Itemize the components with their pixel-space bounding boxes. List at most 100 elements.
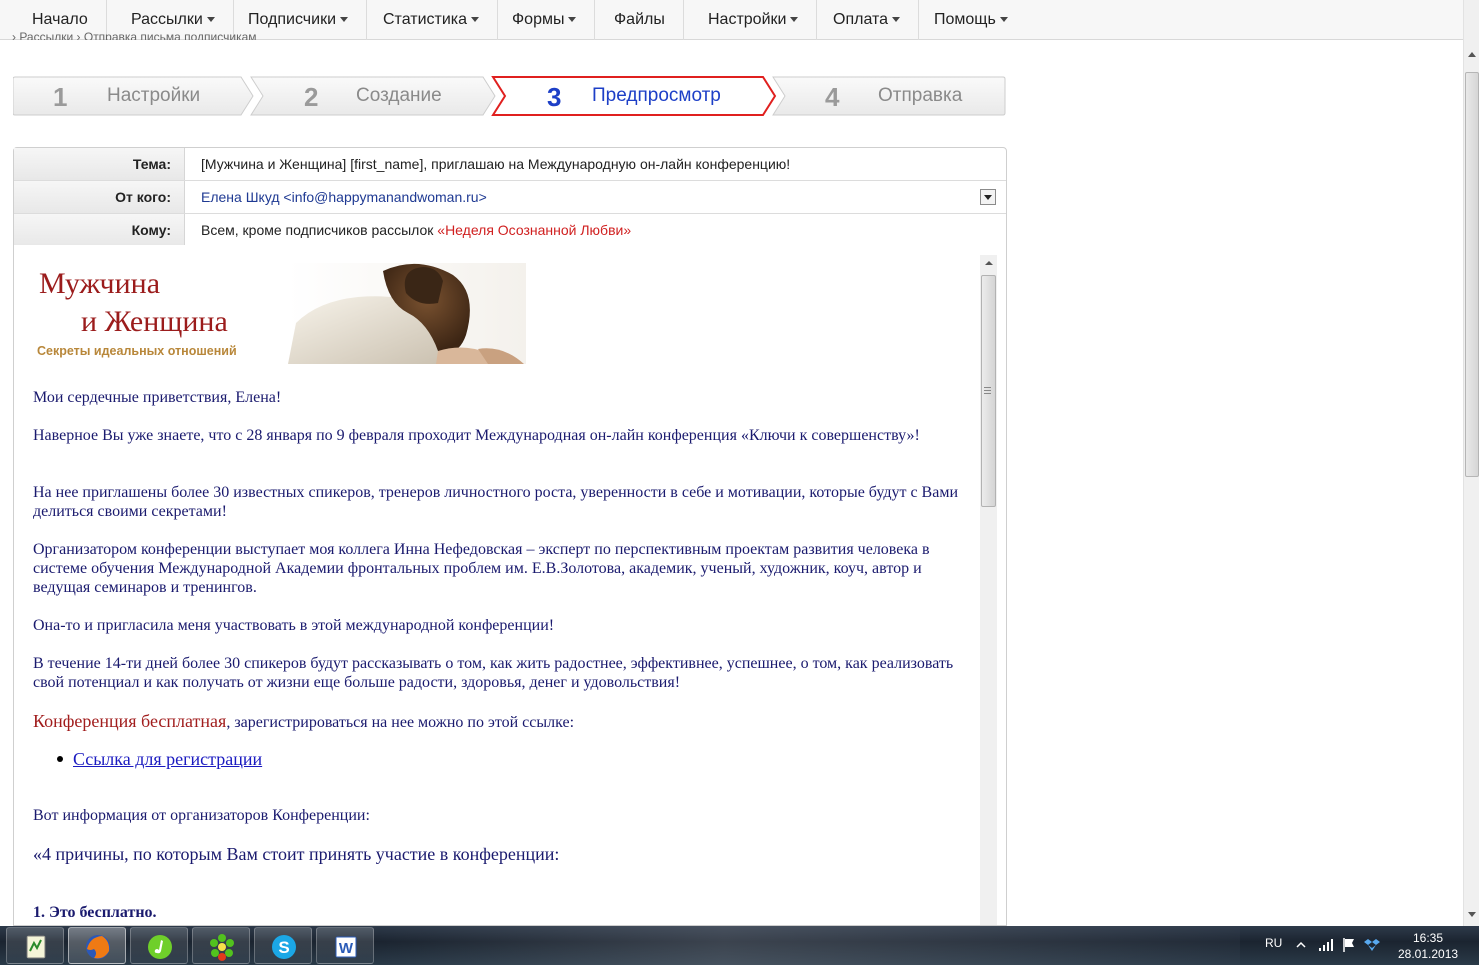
word-app-icon: W xyxy=(335,936,357,958)
chevron-down-icon xyxy=(568,17,577,23)
breadcrumb[interactable]: › Рассылки › Отправка письма подписчикам xyxy=(12,30,257,40)
icq-app-icon xyxy=(210,934,234,961)
letter-paragraph: Наверное Вы уже знаете, что с 28 января … xyxy=(33,427,920,444)
step-settings[interactable]: 1 Настройки xyxy=(13,76,253,116)
svg-text:W: W xyxy=(339,940,354,957)
banner-photo xyxy=(288,263,526,364)
step-preview[interactable]: 3 Предпросмотр xyxy=(493,76,773,116)
letter-banner: Мужчина и Женщина Секреты идеальных отно… xyxy=(32,263,526,364)
clock-date: 28.01.2013 xyxy=(1398,947,1459,961)
step-label: Предпросмотр xyxy=(592,85,721,106)
step-label: Создание xyxy=(356,85,442,106)
scroll-up-icon[interactable] xyxy=(1468,52,1476,57)
step-number: 1 xyxy=(53,82,68,112)
taskbar-word[interactable]: W xyxy=(316,927,374,964)
to-value: Всем, кроме подписчиков рассылок «Неделя… xyxy=(201,214,631,246)
nav-files[interactable]: Файлы xyxy=(596,0,684,40)
subject-row: Тема: [Мужчина и Женщина] [first_name], … xyxy=(14,148,1006,181)
letter-paragraph: В течение 14-ти дней более 30 спикеров б… xyxy=(33,655,954,691)
taskbar-firefox[interactable] xyxy=(68,927,126,964)
letter-paragraph: Организатором конференции выступает моя … xyxy=(33,541,930,596)
firefox-app-icon xyxy=(86,935,110,959)
scroll-down-icon[interactable] xyxy=(1468,912,1476,917)
step-number: 3 xyxy=(547,82,562,112)
action-center-flag-icon[interactable] xyxy=(1342,937,1356,953)
letter-paragraph: На нее приглашены более 30 известных спи… xyxy=(33,484,959,520)
page-scrollbar[interactable] xyxy=(1463,0,1479,926)
taskbar-itunes[interactable] xyxy=(130,927,188,964)
to-row: Кому: Всем, кроме подписчиков рассылок «… xyxy=(14,214,1006,246)
clock-time: 16:35 xyxy=(1412,931,1444,945)
banner-title-line1: Мужчина xyxy=(39,267,161,300)
system-tray: RU 16:35 28.01.2013 xyxy=(1250,926,1479,965)
dropbox-icon[interactable] xyxy=(1364,937,1380,953)
step-number: 4 xyxy=(825,82,840,112)
chevron-down-icon xyxy=(999,17,1008,23)
page-scrollbar-thumb[interactable] xyxy=(1465,72,1479,477)
from-select[interactable]: Елена Шкуд <info@happymanandwoman.ru> xyxy=(201,181,487,213)
nav-subscribers-label: Подписчики xyxy=(248,11,337,28)
from-row: От кого: Елена Шкуд <info@happymanandwom… xyxy=(14,181,1006,214)
nav-help-label: Помощь xyxy=(934,11,996,28)
to-excluded-lists: «Неделя Осознанной Любви» xyxy=(437,222,632,238)
registration-link[interactable]: Ссылка для регистрации xyxy=(73,749,262,770)
windows-taskbar: S W RU 16:35 28.01.2013 xyxy=(0,926,1479,965)
svg-text:S: S xyxy=(278,938,289,957)
to-label: Кому: xyxy=(14,214,185,246)
to-value-prefix: Всем, кроме подписчиков рассылок xyxy=(201,222,438,238)
wizard-steps: 1 Настройки 2 Создание 3 Предпросмотр 4 … xyxy=(13,76,1006,116)
itunes-app-icon xyxy=(148,935,172,959)
nav-statistics-label: Статистика xyxy=(383,11,468,28)
free-rest: , зарегистрироваться на нее можно по это… xyxy=(226,714,575,731)
letter-preview: Мужчина и Женщина Секреты идеальных отно… xyxy=(13,245,1007,926)
letter-reasons-heading: «4 причины, по которым Вам стоит принять… xyxy=(33,844,560,864)
nav-settings[interactable]: Настройки xyxy=(690,0,818,40)
letter-paragraph: Вот информация от организаторов Конферен… xyxy=(33,807,370,824)
system-clock[interactable]: 16:35 28.01.2013 xyxy=(1398,930,1458,962)
step-number: 2 xyxy=(304,82,319,112)
nav-help[interactable]: Помощь xyxy=(916,0,1026,40)
step-label: Настройки xyxy=(107,85,201,106)
banner-title-line2: и Женщина xyxy=(81,305,228,338)
nav-payment-label: Оплата xyxy=(833,11,889,28)
nav-statistics[interactable]: Статистика xyxy=(365,0,499,40)
nav-forms-label: Формы xyxy=(512,11,565,28)
language-indicator[interactable]: RU xyxy=(1265,936,1282,950)
step-create[interactable]: 2 Создание xyxy=(253,76,493,116)
nav-home-label: Начало xyxy=(32,11,88,28)
nav-payment[interactable]: Оплата xyxy=(815,0,920,40)
nav-settings-label: Настройки xyxy=(708,11,787,28)
chevron-down-icon xyxy=(340,17,349,23)
step-label: Отправка xyxy=(878,85,963,106)
step-send[interactable]: 4 Отправка xyxy=(773,76,1006,116)
notepad-app-icon xyxy=(26,935,46,959)
taskbar-skype[interactable]: S xyxy=(254,927,312,964)
banner-subtitle: Секреты идеальных отношений xyxy=(37,344,237,358)
letter-free-line: Конференция бесплатная, зарегистрировать… xyxy=(33,712,963,732)
main-navigation: Начало Рассылки Подписчики Статистика Фо… xyxy=(0,0,1463,40)
taskbar-icq[interactable] xyxy=(192,927,250,964)
free-highlight: Конференция бесплатная xyxy=(33,711,227,731)
scroll-up-icon[interactable] xyxy=(985,261,993,265)
nav-mailings-label: Рассылки xyxy=(131,11,203,28)
chevron-down-icon[interactable] xyxy=(980,189,996,205)
skype-app-icon: S xyxy=(272,935,296,959)
grip-icon xyxy=(984,387,991,394)
letter-reason-item: 1. Это бесплатно. xyxy=(33,904,157,921)
letter-paragraph: Она-то и пригласила меня участвовать в э… xyxy=(33,617,555,634)
nav-forms[interactable]: Формы xyxy=(494,0,596,40)
chevron-down-icon xyxy=(471,17,480,23)
chevron-down-icon xyxy=(892,17,901,23)
taskbar-notepad[interactable] xyxy=(6,927,64,964)
message-header-table: Тема: [Мужчина и Женщина] [first_name], … xyxy=(13,147,1007,247)
preview-scrollbar[interactable] xyxy=(980,255,997,925)
network-signal-icon[interactable] xyxy=(1318,938,1334,952)
letter-greeting: Мои сердечные приветствия, Елена! xyxy=(33,389,282,406)
subject-value: [Мужчина и Женщина] [first_name], пригла… xyxy=(201,156,791,172)
chevron-up-icon[interactable] xyxy=(1296,940,1306,950)
chevron-down-icon xyxy=(790,17,799,23)
from-label: От кого: xyxy=(14,181,185,213)
subject-label: Тема: xyxy=(14,148,185,180)
chevron-down-icon xyxy=(206,17,215,23)
nav-files-label: Файлы xyxy=(614,11,665,28)
